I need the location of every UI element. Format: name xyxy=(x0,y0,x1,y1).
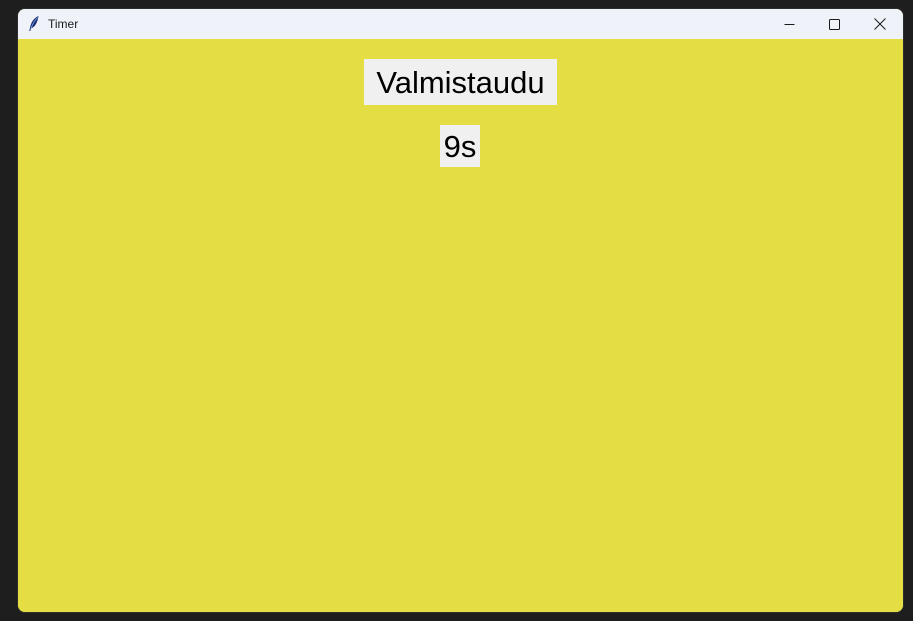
feather-icon xyxy=(27,15,41,32)
timer-window: Timer Valmistaudu 9s xyxy=(18,9,903,612)
countdown-label: 9s xyxy=(440,125,480,167)
status-label: Valmistaudu xyxy=(364,59,557,105)
close-icon xyxy=(874,18,886,30)
maximize-icon xyxy=(828,18,840,30)
close-button[interactable] xyxy=(857,9,903,39)
minimize-button[interactable] xyxy=(766,9,812,39)
minimize-icon xyxy=(784,19,795,30)
window-title: Timer xyxy=(48,17,79,31)
title-bar[interactable]: Timer xyxy=(18,9,903,39)
maximize-button[interactable] xyxy=(811,9,857,39)
timer-content-area: Valmistaudu 9s xyxy=(18,39,903,612)
